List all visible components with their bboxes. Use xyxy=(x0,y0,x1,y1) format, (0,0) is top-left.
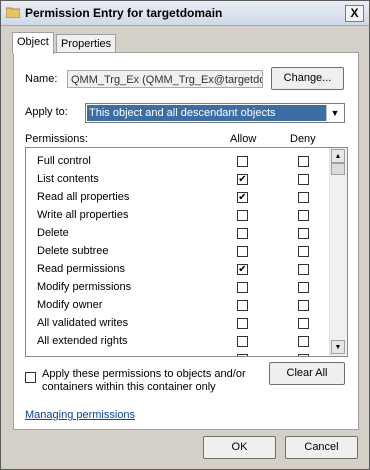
permission-row[interactable]: Delete xyxy=(26,225,330,243)
permission-name: Delete xyxy=(37,227,69,239)
name-field[interactable]: QMM_Trg_Ex (QMM_Trg_Ex@targetdo xyxy=(67,70,263,88)
scroll-down-icon[interactable]: ▼ xyxy=(331,340,345,354)
change-button[interactable]: Change... xyxy=(271,67,344,90)
permission-name: Modify permissions xyxy=(37,281,132,293)
allow-checkbox[interactable]: ✔ xyxy=(237,174,248,185)
permission-row[interactable]: All extended rights xyxy=(26,333,330,351)
permission-row[interactable]: List contents ✔ xyxy=(26,171,330,189)
allow-checkbox[interactable] xyxy=(237,354,248,356)
apply-to-label: Apply to: xyxy=(25,106,68,118)
folder-icon xyxy=(6,7,20,18)
deny-header: Deny xyxy=(290,133,316,145)
deny-checkbox[interactable] xyxy=(298,246,309,257)
permission-name: Read all properties xyxy=(37,191,130,203)
apply-to-select[interactable]: This object and all descendant objects ▼ xyxy=(85,103,345,123)
permission-name: Write all properties xyxy=(37,209,129,221)
permission-row[interactable]: Delete subtree xyxy=(26,243,330,261)
tab-object[interactable]: Object xyxy=(12,32,54,54)
allow-checkbox[interactable]: ✔ xyxy=(237,264,248,275)
deny-checkbox[interactable] xyxy=(298,210,309,221)
allow-checkbox[interactable] xyxy=(237,246,248,257)
deny-checkbox[interactable] xyxy=(298,192,309,203)
permission-row[interactable] xyxy=(26,351,330,356)
permission-name: List contents xyxy=(37,173,99,185)
deny-checkbox[interactable] xyxy=(298,354,309,356)
permission-row[interactable]: Modify owner xyxy=(26,297,330,315)
name-label: Name: xyxy=(25,73,58,85)
close-button[interactable]: X xyxy=(345,5,364,22)
window-title: Permission Entry for targetdomain xyxy=(25,6,223,20)
permission-name: Full control xyxy=(37,155,91,167)
apply-children-label-line2: containers within this container only xyxy=(42,381,216,393)
permission-row[interactable]: Read permissions ✔ xyxy=(26,261,330,279)
allow-checkbox[interactable] xyxy=(237,318,248,329)
apply-children-checkbox[interactable] xyxy=(25,372,36,383)
cancel-button[interactable]: Cancel xyxy=(285,436,358,459)
allow-checkbox[interactable] xyxy=(237,282,248,293)
allow-checkbox[interactable] xyxy=(237,228,248,239)
permission-name: All extended rights xyxy=(37,335,128,347)
permission-name: All validated writes xyxy=(37,317,129,329)
allow-checkbox[interactable] xyxy=(237,336,248,347)
ok-button[interactable]: OK xyxy=(203,436,276,459)
managing-permissions-link[interactable]: Managing permissions xyxy=(25,409,135,421)
permission-name: Delete subtree xyxy=(37,245,109,257)
deny-checkbox[interactable] xyxy=(298,264,309,275)
permission-row[interactable]: Full control xyxy=(26,153,330,171)
apply-to-value: This object and all descendant objects xyxy=(87,105,326,121)
scroll-up-icon[interactable]: ▲ xyxy=(331,149,345,163)
allow-checkbox[interactable]: ✔ xyxy=(237,192,248,203)
allow-header: Allow xyxy=(230,133,257,145)
deny-checkbox[interactable] xyxy=(298,156,309,167)
deny-checkbox[interactable] xyxy=(298,336,309,347)
tab-properties[interactable]: Properties xyxy=(56,34,117,53)
deny-checkbox[interactable] xyxy=(298,318,309,329)
clear-all-button[interactable]: Clear All xyxy=(269,362,345,385)
title-bar[interactable]: Permission Entry for targetdomain X xyxy=(1,1,369,26)
scroll-thumb[interactable] xyxy=(331,163,345,175)
deny-checkbox[interactable] xyxy=(298,300,309,311)
deny-checkbox[interactable] xyxy=(298,228,309,239)
permissions-scrollbar[interactable]: ▲ ▼ xyxy=(329,148,347,356)
permission-name: Read permissions xyxy=(37,263,126,275)
permission-row[interactable]: Modify permissions xyxy=(26,279,330,297)
permission-row[interactable]: Write all properties xyxy=(26,207,330,225)
permission-row[interactable]: All validated writes xyxy=(26,315,330,333)
allow-checkbox[interactable] xyxy=(237,156,248,167)
apply-children-label-line1: Apply these permissions to objects and/o… xyxy=(42,368,246,380)
deny-checkbox[interactable] xyxy=(298,174,309,185)
chevron-down-icon[interactable]: ▼ xyxy=(326,105,343,121)
deny-checkbox[interactable] xyxy=(298,282,309,293)
allow-checkbox[interactable] xyxy=(237,210,248,221)
permission-entry-dialog: Permission Entry for targetdomain X Obje… xyxy=(0,0,370,470)
permission-name: Modify owner xyxy=(37,299,103,311)
permissions-label: Permissions: xyxy=(25,133,88,145)
permission-row[interactable]: Read all properties ✔ xyxy=(26,189,330,207)
allow-checkbox[interactable] xyxy=(237,300,248,311)
permissions-list: Full control List contents ✔ Read all prope… xyxy=(25,147,348,357)
